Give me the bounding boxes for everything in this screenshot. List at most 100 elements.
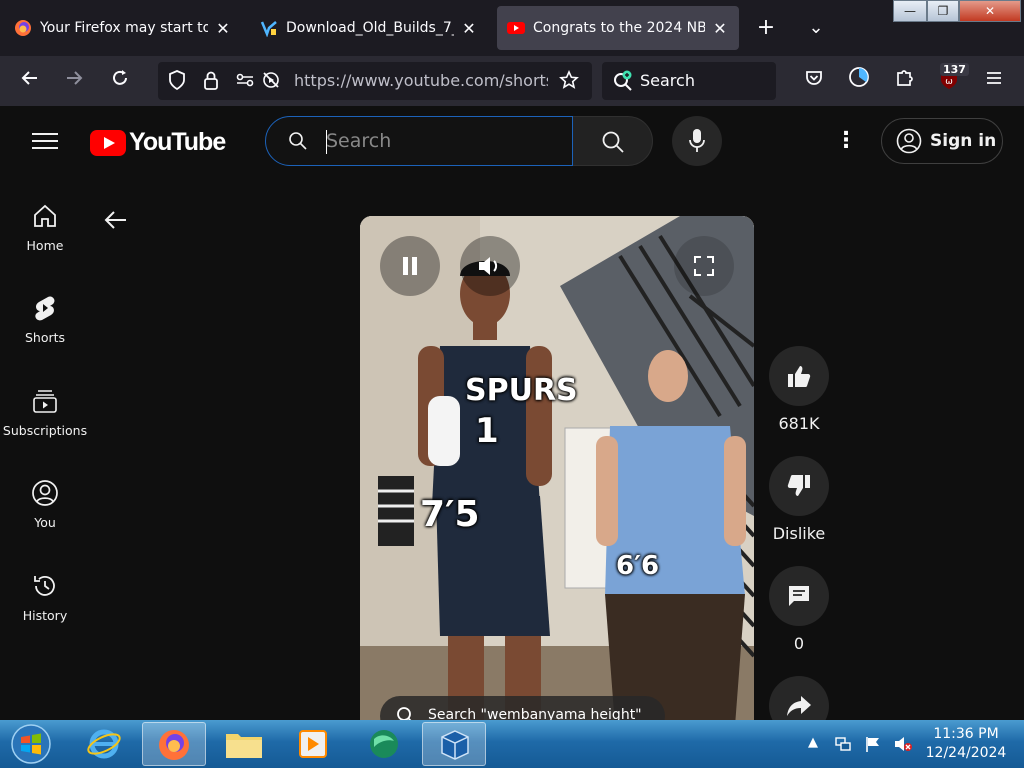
taskbar-file-explorer[interactable] [212, 722, 276, 766]
hamburger-line [32, 140, 58, 142]
reload-button[interactable] [104, 65, 136, 97]
sidebar-item-label: Shorts [24, 330, 66, 345]
arrow-left-icon [104, 211, 126, 229]
comments-button[interactable] [769, 566, 829, 626]
jersey-number: 1 [475, 411, 499, 451]
settings-more-button[interactable]: ⋮ [832, 126, 860, 156]
guide-menu-button[interactable] [30, 128, 60, 156]
reload-icon [113, 70, 127, 85]
voice-search-button[interactable] [672, 116, 722, 166]
extensions-button[interactable] [889, 65, 921, 97]
volume-icon [479, 257, 498, 275]
taskbar-firefox[interactable] [142, 722, 206, 766]
microphone-icon [689, 129, 705, 152]
close-icon[interactable]: ✕ [460, 19, 478, 38]
sidebar-item-subscriptions[interactable]: Subscriptions [0, 387, 90, 438]
arrow-right-icon [67, 71, 83, 85]
like-count: 681K [778, 414, 820, 433]
back-button[interactable] [14, 65, 46, 97]
pocket-button[interactable] [798, 65, 830, 97]
shield-icon[interactable] [166, 70, 188, 92]
screen: Your Firefox may start to h ✕ Download_O… [0, 0, 1024, 768]
tab-youtube-active[interactable]: Congrats to the 2024 NBA ✕ [497, 6, 739, 50]
pause-button[interactable] [380, 236, 440, 296]
fullscreen-button[interactable] [674, 236, 734, 296]
system-clock[interactable]: 11:36 PM 12/24/2024 [918, 725, 1014, 763]
youtube-search-input[interactable]: Search [265, 116, 573, 166]
windows-taskbar: ▲ 11:36 PM 12/24/2024 [0, 720, 1024, 768]
minimize-button[interactable]: — [893, 0, 927, 22]
action-center-flag-icon[interactable] [864, 735, 882, 753]
taskbar-media-player[interactable] [282, 722, 346, 766]
sidebar-item-label: Home [26, 238, 64, 253]
extension-badge-count: 137 [940, 63, 969, 76]
thumbs-down-icon [787, 475, 810, 496]
text-caret [326, 130, 327, 154]
tab-download-builds[interactable]: Download_Old_Builds_7_0 ✕ [250, 6, 488, 50]
close-icon[interactable]: ✕ [711, 19, 729, 38]
search-icon [289, 132, 307, 150]
virtualbox-icon [441, 730, 469, 760]
lock-icon[interactable] [200, 70, 222, 92]
youtube-logo-text: YouTube [129, 128, 226, 156]
forward-button[interactable] [58, 65, 90, 97]
sidebar-item-shorts[interactable]: Shorts [0, 294, 90, 345]
start-button[interactable] [6, 722, 56, 766]
youtube-sidebar: Home Shorts Subscriptions You History [0, 178, 90, 720]
subscriptions-icon [33, 390, 57, 413]
sidebar-item-label: History [22, 608, 68, 623]
shorts-video-player[interactable]: SPURS 1 7′5 6′6 Search "wembanyama heigh… [360, 216, 754, 726]
like-button[interactable] [769, 346, 829, 406]
permissions-icon[interactable] [234, 70, 256, 92]
downloads-progress-button[interactable] [843, 65, 875, 97]
show-hidden-icons-button[interactable]: ▲ [804, 735, 822, 753]
youtube-search-button[interactable] [573, 116, 653, 166]
dislike-label: Dislike [772, 524, 826, 543]
fullscreen-icon [694, 256, 714, 276]
dislike-button[interactable] [769, 456, 829, 516]
height-label-right: 6′6 [616, 551, 660, 581]
search-icon [614, 70, 632, 91]
hamburger-line [32, 147, 58, 149]
browser-search-bar[interactable]: Search [602, 62, 776, 100]
volume-button[interactable] [460, 236, 520, 296]
thumbs-up-icon [788, 366, 811, 387]
shorts-icon [35, 296, 55, 321]
menu-button[interactable] [978, 65, 1010, 97]
sidebar-item-label: Subscriptions [2, 423, 88, 438]
sign-in-button[interactable]: Sign in [881, 118, 1003, 164]
taskbar-internet-explorer[interactable] [72, 722, 136, 766]
close-icon[interactable]: ✕ [214, 19, 232, 38]
shorts-back-button[interactable] [100, 204, 132, 236]
arrow-left-icon [21, 71, 37, 85]
globe-app-icon [370, 730, 398, 758]
height-label-left: 7′5 [420, 494, 480, 535]
window-close-button[interactable]: ✕ [959, 0, 1021, 22]
url-text[interactable]: https://www.youtube.com/shorts/ [294, 71, 548, 90]
svg-text:ω: ω [945, 77, 953, 87]
sidebar-item-history[interactable]: History [0, 572, 90, 623]
sidebar-item-label: You [34, 515, 56, 530]
clock-date: 12/24/2024 [925, 745, 1007, 761]
youtube-logo[interactable]: YouTube [90, 128, 226, 157]
bookmark-star-icon[interactable] [558, 70, 580, 92]
account-circle-icon [896, 128, 922, 154]
new-tab-button[interactable]: + [750, 12, 782, 44]
network-icon[interactable] [834, 735, 852, 753]
sidebar-item-you[interactable]: You [0, 479, 90, 530]
share-icon [787, 696, 811, 716]
tab-firefox-notice[interactable]: Your Firefox may start to h ✕ [4, 6, 242, 50]
puzzle-icon [897, 70, 913, 86]
sidebar-item-home[interactable]: Home [0, 202, 90, 253]
browser-nav-bar: https://www.youtube.com/shorts/ Search ω… [0, 56, 1024, 106]
search-placeholder: Search [326, 130, 392, 152]
browser-tab-bar: Your Firefox may start to h ✕ Download_O… [0, 0, 1024, 56]
jersey-text: SPURS [465, 373, 578, 408]
autoplay-blocked-icon[interactable] [260, 70, 282, 92]
taskbar-virtualbox[interactable] [422, 722, 486, 766]
maximize-button[interactable]: ❐ [927, 0, 959, 22]
tab-list-button[interactable]: ⌄ [800, 12, 832, 44]
url-bar[interactable]: https://www.youtube.com/shorts/ [158, 62, 592, 100]
volume-muted-icon[interactable] [893, 735, 912, 753]
taskbar-app-globe[interactable] [352, 722, 416, 766]
